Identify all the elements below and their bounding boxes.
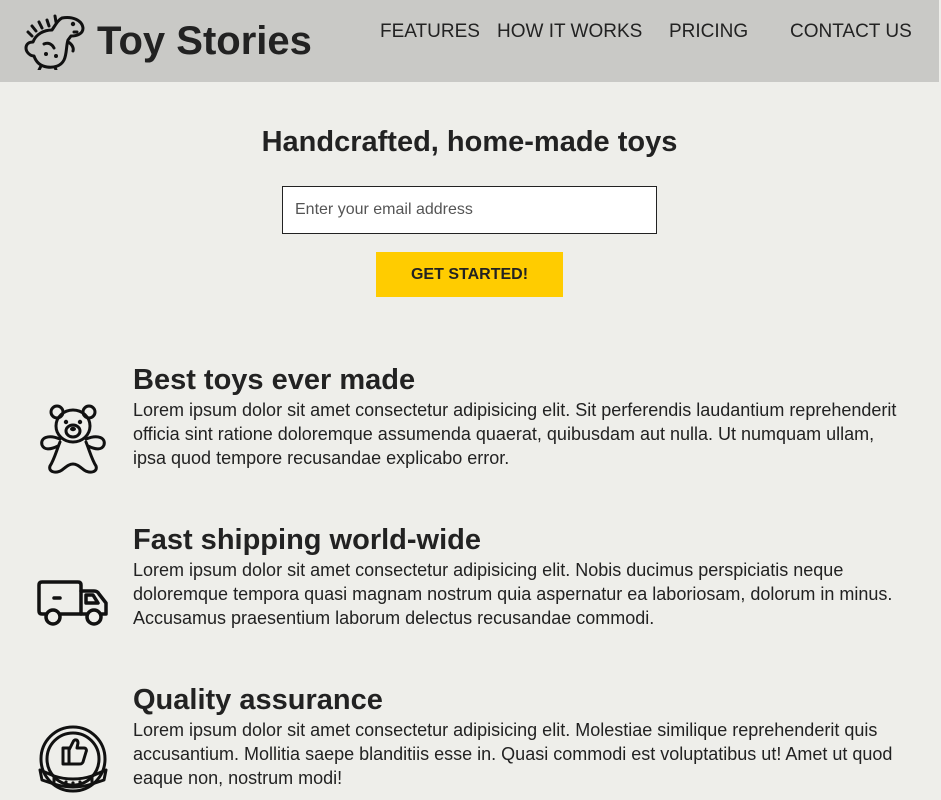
hero-title: Handcrafted, home-made toys — [261, 126, 678, 158]
feature-description: Lorem ipsum dolor sit amet consectetur a… — [133, 720, 893, 788]
feature-title: Fast shipping world-wide — [133, 524, 481, 556]
nav-how-it-works[interactable]: HOW IT WORKS — [497, 21, 642, 43]
feature-title: Quality assurance — [133, 684, 383, 716]
teddy-bear-icon — [40, 404, 106, 474]
header: Toy Stories FEATURES HOW IT WORKS PRICIN… — [0, 0, 939, 82]
feature-item: Quality assurance Lorem ipsum dolor sit … — [0, 680, 939, 800]
feature-item: Fast shipping world-wide Lorem ipsum dol… — [0, 520, 939, 640]
delivery-truck-icon — [37, 580, 108, 626]
quality-badge-icon — [38, 725, 108, 793]
email-input[interactable] — [282, 186, 657, 234]
feature-title: Best toys ever made — [133, 364, 416, 396]
feature-description: Lorem ipsum dolor sit amet consectetur a… — [133, 560, 893, 628]
feature-item: Best toys ever made Lorem ipsum dolor si… — [0, 360, 939, 480]
nav-features[interactable]: FEATURES — [380, 21, 480, 43]
get-started-button[interactable]: GET STARTED! — [376, 252, 563, 297]
brand-name[interactable]: Toy Stories — [97, 18, 312, 64]
nav-contact-us[interactable]: CONTACT US — [790, 21, 912, 43]
nav-pricing[interactable]: PRICING — [669, 21, 748, 43]
dinosaur-icon[interactable] — [22, 12, 86, 70]
feature-description: Lorem ipsum dolor sit amet consectetur a… — [133, 400, 897, 468]
